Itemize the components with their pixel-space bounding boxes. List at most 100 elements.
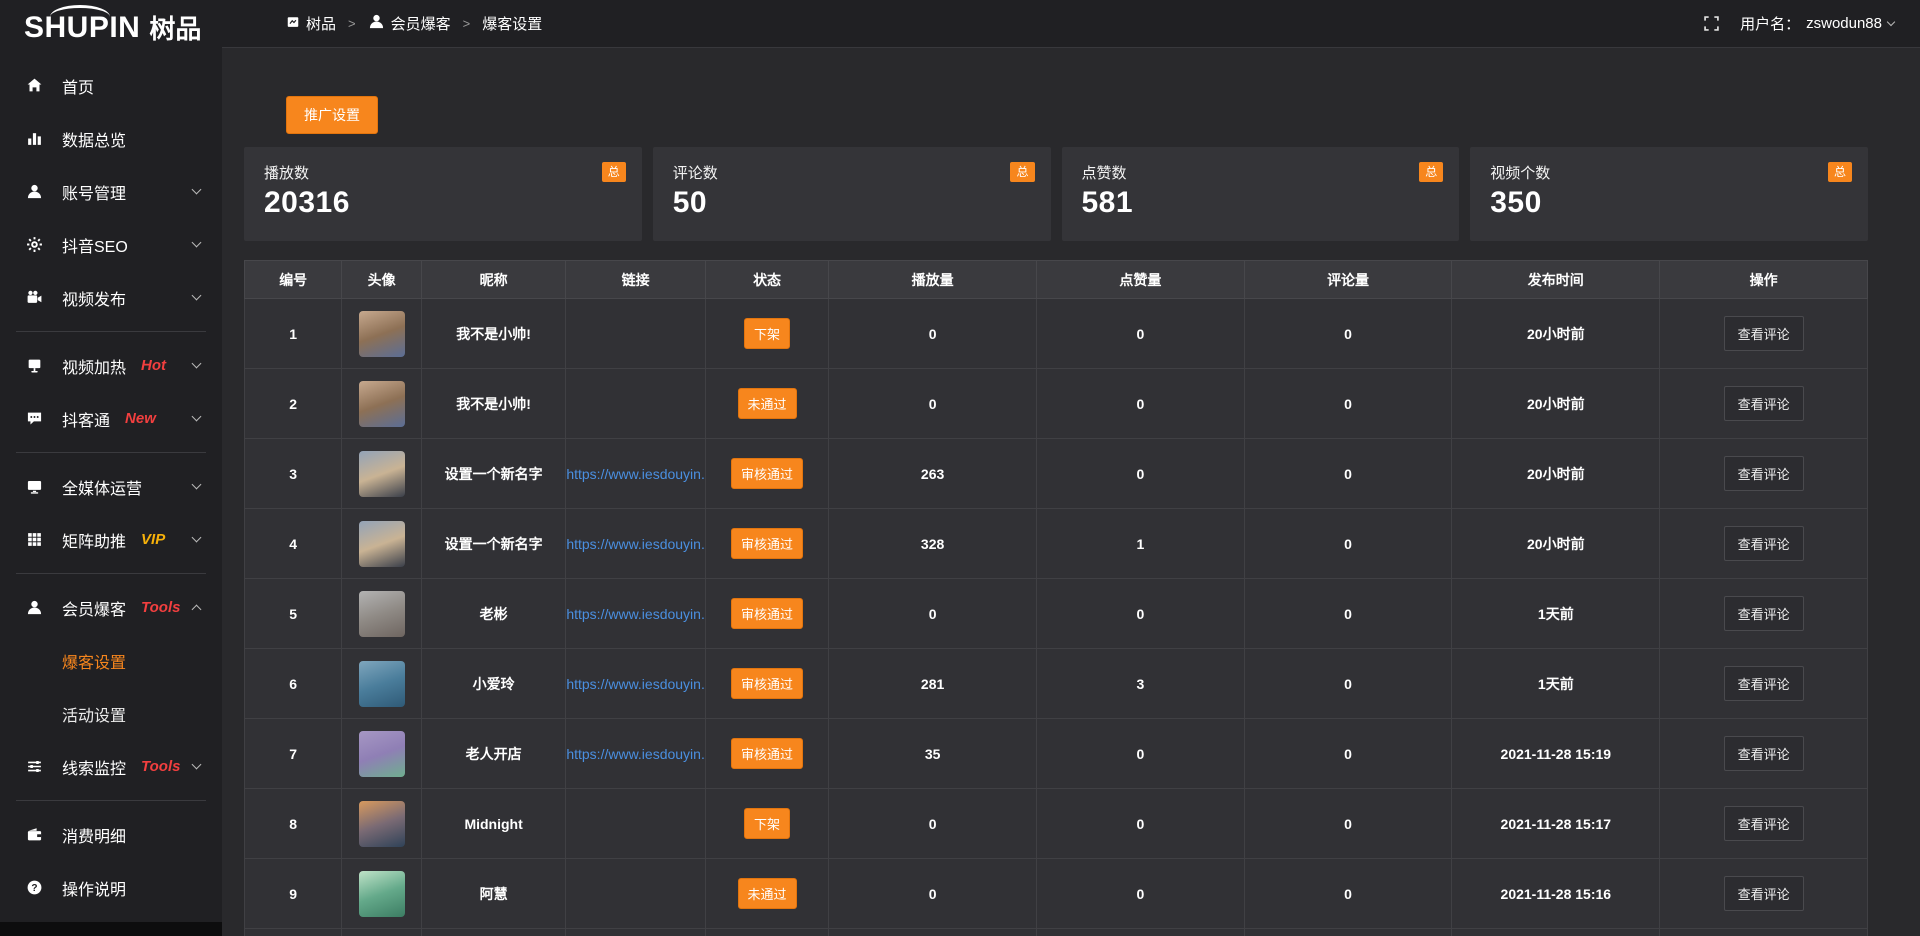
video-link[interactable]: https://www.iesdouyin.c	[566, 746, 705, 762]
sidebar-subitem[interactable]: 爆客设置	[0, 634, 222, 687]
sidebar-item-matrix-boost[interactable]: 矩阵助推VIP	[0, 513, 222, 566]
cell-status	[705, 929, 828, 936]
view-comments-button[interactable]: 查看评论	[1724, 456, 1804, 491]
breadcrumb-separator: >	[348, 16, 356, 31]
stat-value: 50	[673, 186, 1031, 220]
sidebar-item-tag: New	[125, 410, 156, 427]
video-link[interactable]: https://www.iesdouyin.c	[566, 606, 705, 622]
cell-publish-time: 2021-11-28 15:17	[1452, 789, 1660, 859]
stats-cards: 播放数20316总评论数50总点赞数581总视频个数350总	[244, 147, 1868, 241]
status-badge[interactable]: 下架	[744, 808, 790, 839]
sidebar-item-all-media-operation[interactable]: 全媒体运营	[0, 460, 222, 513]
status-badge[interactable]: 审核通过	[731, 458, 803, 489]
cell-status: 下架	[705, 789, 828, 859]
sidebar-item-consumption-detail[interactable]: 消费明细	[0, 808, 222, 861]
stat-card: 视频个数350总	[1470, 147, 1868, 241]
view-comments-button[interactable]: 查看评论	[1724, 316, 1804, 351]
comment-icon	[26, 410, 45, 427]
stat-label: 视频个数	[1490, 162, 1848, 183]
sidebar-item-douketong[interactable]: 抖客通New	[0, 392, 222, 445]
sidebar-item-tag: Tools	[141, 599, 180, 616]
view-comments-button[interactable]: 查看评论	[1724, 806, 1804, 841]
chevron-down-icon	[192, 238, 202, 248]
breadcrumb-separator: >	[463, 16, 471, 31]
sidebar-item-tag: VIP	[141, 531, 165, 548]
username: zswodun88	[1806, 15, 1882, 32]
cell-publish-time	[1452, 929, 1660, 936]
breadcrumb-label: 爆客设置	[482, 13, 542, 34]
status-badge[interactable]: 下架	[744, 318, 790, 349]
sidebar-item-label: 操作说明	[62, 876, 126, 900]
cell-status: 审核通过	[705, 579, 828, 649]
status-badge[interactable]: 未通过	[738, 878, 797, 909]
sidebar-divider	[16, 573, 206, 574]
view-comments-button[interactable]: 查看评论	[1724, 386, 1804, 421]
sidebar-item-member-baoke[interactable]: 会员爆客Tools	[0, 581, 222, 634]
cell-plays: 0	[829, 369, 1037, 439]
user-menu[interactable]: 用户名： zswodun88	[1740, 13, 1894, 34]
cell-likes: 0	[1036, 369, 1244, 439]
cell-action: 查看评论	[1660, 579, 1868, 649]
sidebar-item-account-management[interactable]: 账号管理	[0, 165, 222, 218]
total-badge: 总	[1010, 162, 1034, 182]
screen-icon	[26, 357, 45, 374]
cell-id: 8	[245, 789, 342, 859]
status-badge[interactable]: 审核通过	[731, 668, 803, 699]
cell-avatar	[342, 789, 422, 859]
sidebar-item-video-publish[interactable]: 视频发布	[0, 271, 222, 324]
content: 推广设置 播放数20316总评论数50总点赞数581总视频个数350总 编号头像…	[222, 48, 1920, 936]
sidebar-subitem[interactable]: 活动设置	[0, 687, 222, 740]
cell-publish-time: 20小时前	[1452, 299, 1660, 369]
cell-action: 查看评论	[1660, 369, 1868, 439]
chevron-down-icon	[192, 359, 202, 369]
breadcrumb-item[interactable]: 树品	[286, 13, 336, 34]
sidebar-item-home[interactable]: 首页	[0, 59, 222, 112]
sidebar-item-douyin-seo[interactable]: 抖音SEO	[0, 218, 222, 271]
app-logo[interactable]: SHUPIN 树品	[0, 0, 222, 49]
view-comments-button[interactable]: 查看评论	[1724, 666, 1804, 701]
cell-plays: 0	[829, 299, 1037, 369]
cell-action: 查看评论	[1660, 649, 1868, 719]
cell-link	[566, 859, 706, 929]
status-badge[interactable]: 审核通过	[731, 598, 803, 629]
sidebar-item-data-overview[interactable]: 数据总览	[0, 112, 222, 165]
avatar-boy	[359, 311, 405, 357]
stat-value: 350	[1490, 186, 1848, 220]
sidebar-item-video-heating[interactable]: 视频加热Hot	[0, 339, 222, 392]
stat-label: 点赞数	[1082, 162, 1440, 183]
stat-card: 点赞数581总	[1062, 147, 1460, 241]
cell-comments: 0	[1244, 299, 1452, 369]
cell-link	[566, 789, 706, 859]
video-link[interactable]: https://www.iesdouyin.c	[566, 676, 705, 692]
view-comments-button[interactable]: 查看评论	[1724, 736, 1804, 771]
cell-action: 查看评论	[1660, 859, 1868, 929]
view-comments-button[interactable]: 查看评论	[1724, 596, 1804, 631]
video-link[interactable]: https://www.iesdouyin.c	[566, 536, 705, 552]
cell-nickname	[421, 929, 565, 936]
sidebar-item-clue-monitor[interactable]: 线索监控Tools	[0, 740, 222, 793]
avatar-purple-cartoon	[359, 731, 405, 777]
cell-likes: 0	[1036, 579, 1244, 649]
table-header-row: 编号头像昵称链接状态播放量点赞量评论量发布时间操作	[245, 261, 1868, 299]
view-comments-button[interactable]: 查看评论	[1724, 876, 1804, 911]
cell-nickname: 我不是小帅!	[421, 299, 565, 369]
sidebar-item-operation-guide[interactable]: ?操作说明	[0, 861, 222, 914]
cell-plays: 0	[829, 859, 1037, 929]
status-badge[interactable]: 审核通过	[731, 528, 803, 559]
fullscreen-icon[interactable]	[1703, 15, 1720, 32]
sidebar-item-tag: Hot	[141, 357, 166, 374]
cell-status: 未通过	[705, 369, 828, 439]
promo-settings-button[interactable]: 推广设置	[286, 96, 378, 134]
avatar-blue-scene	[359, 661, 405, 707]
cell-plays: 281	[829, 649, 1037, 719]
cell-plays: 0	[829, 789, 1037, 859]
cell-avatar	[342, 649, 422, 719]
breadcrumb-item[interactable]: 爆客设置	[482, 13, 542, 34]
cell-plays: 328	[829, 509, 1037, 579]
cell-comments: 0	[1244, 369, 1452, 439]
status-badge[interactable]: 审核通过	[731, 738, 803, 769]
video-link[interactable]: https://www.iesdouyin.c	[566, 466, 705, 482]
view-comments-button[interactable]: 查看评论	[1724, 526, 1804, 561]
breadcrumb-item[interactable]: 会员爆客	[368, 13, 451, 34]
status-badge[interactable]: 未通过	[738, 388, 797, 419]
